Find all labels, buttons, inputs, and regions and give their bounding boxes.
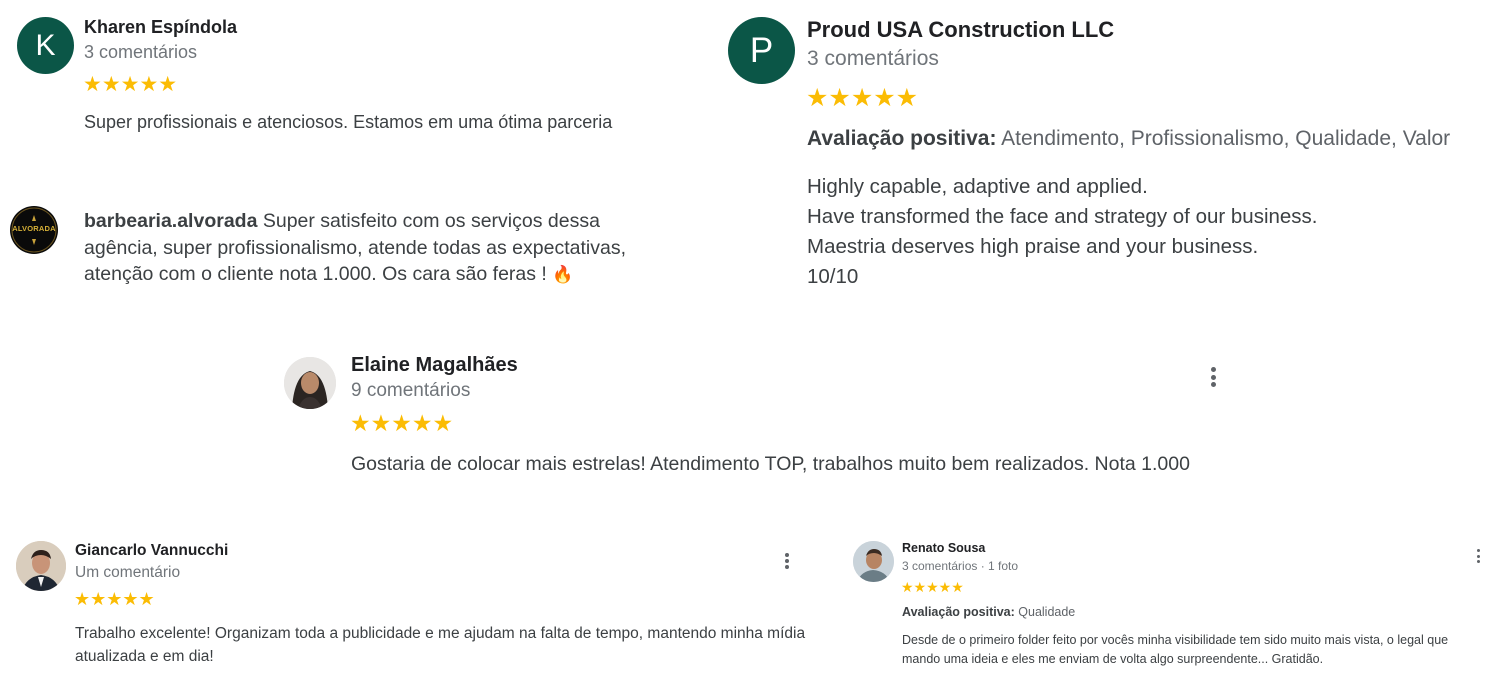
avatar-letter: P: [749, 30, 774, 70]
star-rating: ★★★★★: [74, 589, 155, 609]
star-rating: ★★★★★: [83, 73, 178, 96]
review-line: Maestria deserves high praise and your b…: [807, 235, 1259, 258]
review-text: barbearia.alvorada Super satisfeito com …: [84, 208, 664, 289]
review-text: Desde de o primeiro folder feito por voc…: [902, 633, 1449, 666]
star-rating: ★★★★★: [901, 579, 964, 595]
review-count[interactable]: 9 comentários: [351, 380, 470, 402]
more-vert-icon[interactable]: [1209, 367, 1217, 387]
review-text: Trabalho excelente! Organizam toda a pub…: [75, 625, 806, 665]
star-rating: ★★★★★: [806, 84, 919, 112]
review-text: Highly capable, adaptive and applied. Ha…: [807, 172, 1318, 292]
reviewer-name[interactable]: Renato Sousa: [902, 541, 985, 555]
avatar[interactable]: [16, 541, 66, 591]
person-photo-icon: [16, 541, 66, 591]
avatar[interactable]: K: [17, 17, 74, 74]
star-rating: ★★★★★: [350, 410, 454, 436]
avatar[interactable]: P: [728, 17, 795, 84]
review-line: Highly capable, adaptive and applied.: [807, 175, 1148, 198]
reviewer-name[interactable]: Giancarlo Vannucchi: [75, 542, 228, 560]
person-photo-icon: [284, 357, 336, 409]
reviewer-name[interactable]: Proud USA Construction LLC: [807, 17, 1114, 43]
positive-label: Avaliação positiva:: [807, 127, 997, 150]
positive-value: Qualidade: [1018, 605, 1076, 619]
avatar-letter: K: [35, 28, 56, 62]
positive-review: Avaliação positiva: Qualidade: [902, 604, 1075, 622]
positive-label: Avaliação positiva:: [902, 605, 1015, 619]
positive-review: Avaliação positiva: Atendimento, Profiss…: [807, 124, 1450, 153]
more-vert-icon[interactable]: [1475, 549, 1481, 563]
avatar[interactable]: [853, 541, 894, 582]
logo-text: ALVORADA: [12, 224, 56, 233]
reviewer-name[interactable]: barbearia.alvorada: [84, 210, 257, 232]
review-text: Super profissionais e atenciosos. Estamo…: [84, 112, 613, 132]
reviewer-name[interactable]: Kharen Espíndola: [84, 17, 237, 38]
fire-icon: 🔥: [552, 265, 574, 284]
review-line: 10/10: [807, 265, 859, 288]
review-count[interactable]: 3 comentários: [807, 47, 939, 71]
person-photo-icon: [853, 541, 894, 582]
more-vert-icon[interactable]: [784, 553, 790, 569]
avatar[interactable]: ALVORADA: [10, 206, 58, 254]
review-count[interactable]: 3 comentários · 1 foto: [902, 559, 1018, 573]
review-count[interactable]: Um comentário: [75, 564, 180, 582]
review-line: Have transformed the face and strategy o…: [807, 205, 1318, 228]
review-count[interactable]: 3 comentários: [84, 42, 197, 63]
avatar[interactable]: [284, 357, 336, 409]
reviewer-name[interactable]: Elaine Magalhães: [351, 354, 518, 377]
positive-value: Atendimento, Profissionalismo, Qualidade…: [1001, 127, 1451, 150]
review-text: Gostaria de colocar mais estrelas! Atend…: [351, 453, 1190, 475]
